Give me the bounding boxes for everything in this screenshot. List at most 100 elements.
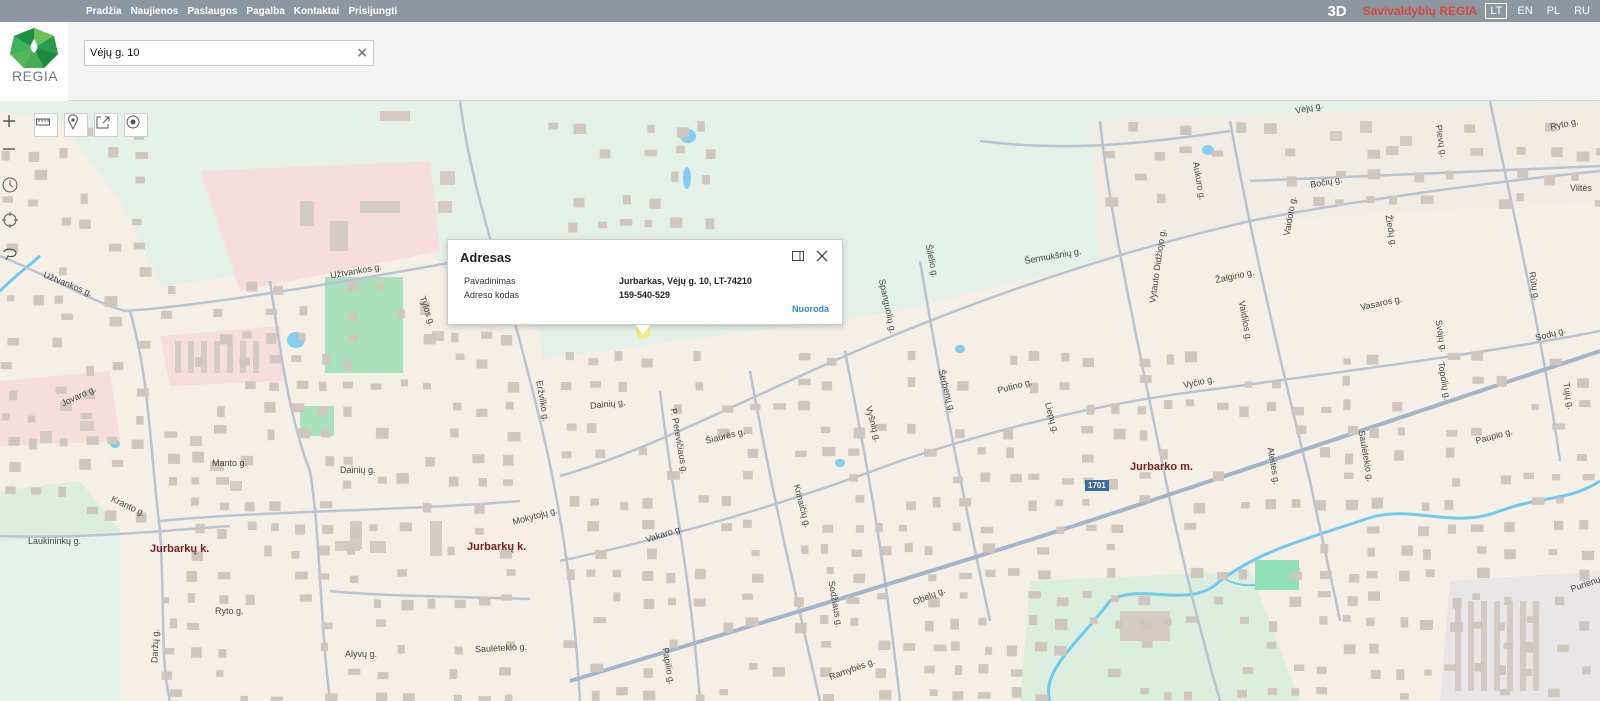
building (370, 383, 382, 390)
lang-ru[interactable]: RU (1570, 4, 1594, 18)
locate-button[interactable] (124, 113, 148, 137)
building (217, 406, 225, 418)
building (80, 193, 88, 205)
building (472, 454, 485, 464)
building (1548, 688, 1560, 698)
building (52, 337, 62, 348)
gps-button[interactable] (1, 211, 25, 235)
building (112, 361, 124, 371)
building (453, 694, 463, 701)
building (612, 569, 622, 578)
building (1342, 615, 1351, 622)
building (643, 668, 653, 678)
building (1447, 524, 1456, 534)
popup-title: Adresas (460, 250, 512, 265)
building (952, 522, 961, 532)
search-input[interactable] (85, 41, 335, 65)
building (320, 429, 331, 438)
building (924, 620, 934, 632)
popup-link[interactable]: Nuoroda (792, 304, 829, 314)
building (667, 597, 677, 606)
building (749, 663, 758, 670)
building (317, 406, 328, 416)
building (377, 476, 387, 484)
building (1421, 502, 1430, 512)
building (1217, 402, 1229, 411)
building (1082, 591, 1092, 598)
marker-button[interactable] (64, 113, 88, 137)
building (397, 644, 405, 654)
building (586, 423, 597, 433)
zoom-out-button[interactable] (1, 141, 25, 165)
building (1498, 199, 1512, 209)
building (475, 527, 484, 535)
clear-search-icon[interactable]: × (356, 45, 368, 61)
building (1055, 499, 1064, 507)
building (1386, 146, 1399, 156)
building (702, 175, 711, 185)
zoom-in-button[interactable] (1, 113, 25, 137)
building (269, 382, 279, 392)
building (28, 151, 40, 162)
street-label: Laukininkų g. (28, 536, 82, 546)
measure-button[interactable] (34, 113, 58, 137)
building (1106, 543, 1115, 551)
building (8, 436, 20, 446)
building (667, 471, 680, 480)
building (1369, 643, 1379, 654)
building (30, 487, 42, 495)
target-icon (126, 115, 140, 129)
building (1028, 500, 1037, 512)
building (1504, 522, 1515, 533)
building (1185, 399, 1195, 407)
building (649, 198, 661, 209)
building (644, 149, 657, 157)
history-button[interactable] (1, 176, 25, 200)
building (111, 460, 124, 467)
building (0, 362, 12, 370)
building (952, 691, 964, 701)
building (1213, 596, 1224, 605)
building (642, 570, 654, 581)
building (1526, 616, 1538, 623)
building (980, 472, 991, 483)
building (1552, 474, 1561, 481)
building (669, 639, 678, 649)
nav-pradzia[interactable]: Pradžia (86, 6, 122, 17)
building (139, 340, 151, 349)
building (1425, 569, 1435, 577)
draw-area-button[interactable] (1, 245, 25, 269)
building (1571, 172, 1579, 181)
nav-pagalba[interactable]: Pagalba (246, 6, 284, 17)
building (1105, 150, 1116, 159)
building (586, 569, 596, 577)
building (447, 546, 455, 556)
nav-kontaktai[interactable]: Kontaktai (294, 6, 340, 17)
building (187, 593, 195, 603)
header: REGIA × (0, 22, 1600, 101)
street-label: Ryto g. (215, 606, 244, 616)
building (904, 543, 913, 553)
close-icon[interactable] (816, 250, 830, 264)
building (34, 169, 48, 180)
building (826, 567, 834, 574)
building (1029, 615, 1038, 625)
lang-en[interactable]: EN (1513, 4, 1536, 18)
brand-link[interactable]: Savivaldybių REGIA (1363, 4, 1478, 18)
building (1523, 472, 1534, 480)
building (476, 408, 488, 417)
building (136, 416, 144, 425)
nav-prisijungti[interactable]: Prisijungti (348, 6, 397, 17)
regia-logo[interactable]: REGIA (0, 22, 68, 101)
nav-naujienos[interactable]: Naujienos (131, 6, 179, 17)
share-button[interactable] (94, 113, 118, 137)
lang-pl[interactable]: PL (1543, 4, 1564, 18)
lang-lt[interactable]: LT (1485, 3, 1508, 19)
3d-button[interactable]: 3D (1327, 3, 1346, 20)
building (1082, 498, 1090, 506)
nav-paslaugos[interactable]: Paslaugos (187, 6, 237, 17)
map-view[interactable]: Jurbarkų k. Jurbarkų k. Jurbarko m. 1701… (0, 101, 1600, 701)
building (342, 381, 353, 389)
building (924, 546, 933, 556)
expand-icon[interactable] (792, 250, 806, 264)
